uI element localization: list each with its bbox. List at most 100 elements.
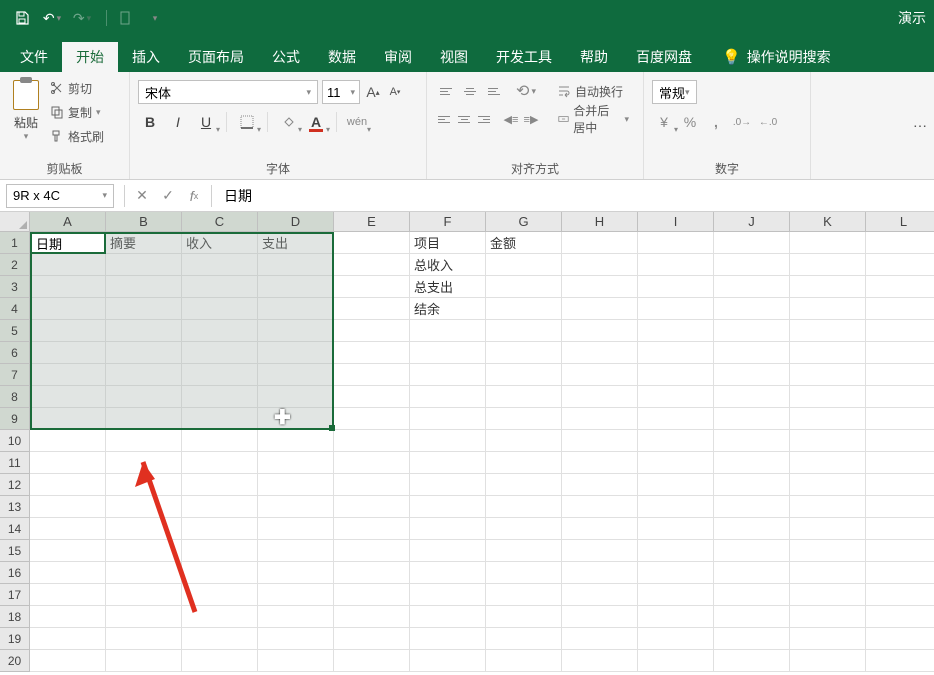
cell-E16[interactable] (334, 562, 410, 584)
fx-button[interactable]: fx (181, 184, 207, 208)
cell-I3[interactable] (638, 276, 714, 298)
cell-E3[interactable] (334, 276, 410, 298)
cell-D11[interactable] (258, 452, 334, 474)
cell-H13[interactable] (562, 496, 638, 518)
cell-I12[interactable] (638, 474, 714, 496)
cell-K11[interactable] (790, 452, 866, 474)
cell-H19[interactable] (562, 628, 638, 650)
cell-C4[interactable] (182, 298, 258, 320)
cell-L7[interactable] (866, 364, 934, 386)
cell-D7[interactable] (258, 364, 334, 386)
cell-E10[interactable] (334, 430, 410, 452)
row-header-16[interactable]: 16 (0, 562, 30, 584)
cell-C17[interactable] (182, 584, 258, 606)
cell-I15[interactable] (638, 540, 714, 562)
cell-J9[interactable] (714, 408, 790, 430)
cell-B19[interactable] (106, 628, 182, 650)
col-header-E[interactable]: E (334, 212, 410, 232)
cell-L3[interactable] (866, 276, 934, 298)
cell-J5[interactable] (714, 320, 790, 342)
font-size-select[interactable]: 11▾ (322, 80, 360, 104)
tab-insert[interactable]: 插入 (118, 42, 174, 72)
cell-J18[interactable] (714, 606, 790, 628)
tab-view[interactable]: 视图 (426, 42, 482, 72)
comma-button[interactable]: , (704, 110, 728, 134)
cell-B9[interactable] (106, 408, 182, 430)
col-header-J[interactable]: J (714, 212, 790, 232)
bold-button[interactable]: B (138, 110, 162, 134)
cell-G18[interactable] (486, 606, 562, 628)
cell-B7[interactable] (106, 364, 182, 386)
row-header-11[interactable]: 11 (0, 452, 30, 474)
cell-H17[interactable] (562, 584, 638, 606)
cell-E6[interactable] (334, 342, 410, 364)
align-bottom-button[interactable] (483, 80, 505, 102)
cell-B4[interactable] (106, 298, 182, 320)
row-header-20[interactable]: 20 (0, 650, 30, 672)
cell-B18[interactable] (106, 606, 182, 628)
cell-F16[interactable] (410, 562, 486, 584)
col-header-K[interactable]: K (790, 212, 866, 232)
cell-H20[interactable] (562, 650, 638, 672)
cell-E2[interactable] (334, 254, 410, 276)
tab-baidu[interactable]: 百度网盘 (622, 42, 706, 72)
cell-C9[interactable] (182, 408, 258, 430)
row-header-12[interactable]: 12 (0, 474, 30, 496)
cell-G1[interactable]: 金额 (486, 232, 562, 254)
cell-J2[interactable] (714, 254, 790, 276)
cell-E8[interactable] (334, 386, 410, 408)
cell-C6[interactable] (182, 342, 258, 364)
cell-A2[interactable] (30, 254, 106, 276)
cell-I7[interactable] (638, 364, 714, 386)
col-header-C[interactable]: C (182, 212, 258, 232)
cell-I14[interactable] (638, 518, 714, 540)
qat-customize[interactable]: ▾ (143, 6, 167, 30)
cell-J8[interactable] (714, 386, 790, 408)
cell-B17[interactable] (106, 584, 182, 606)
cell-L18[interactable] (866, 606, 934, 628)
row-header-5[interactable]: 5 (0, 320, 30, 342)
cell-J16[interactable] (714, 562, 790, 584)
merge-center-button[interactable]: 合并后居中 ▾ (552, 108, 635, 130)
cell-B12[interactable] (106, 474, 182, 496)
cell-B13[interactable] (106, 496, 182, 518)
cell-K1[interactable] (790, 232, 866, 254)
cell-H8[interactable] (562, 386, 638, 408)
tab-dev[interactable]: 开发工具 (482, 42, 566, 72)
cell-I6[interactable] (638, 342, 714, 364)
cell-L19[interactable] (866, 628, 934, 650)
cell-C5[interactable] (182, 320, 258, 342)
tab-home[interactable]: 开始 (62, 42, 118, 72)
cell-H2[interactable] (562, 254, 638, 276)
fill-color-button[interactable]: ▾ (276, 110, 300, 134)
cell-I18[interactable] (638, 606, 714, 628)
row-header-6[interactable]: 6 (0, 342, 30, 364)
cell-C10[interactable] (182, 430, 258, 452)
col-header-L[interactable]: L (866, 212, 934, 232)
cell-E19[interactable] (334, 628, 410, 650)
row-header-7[interactable]: 7 (0, 364, 30, 386)
cell-C12[interactable] (182, 474, 258, 496)
cell-B10[interactable] (106, 430, 182, 452)
cell-F8[interactable] (410, 386, 486, 408)
cell-A11[interactable] (30, 452, 106, 474)
cell-K13[interactable] (790, 496, 866, 518)
cell-K19[interactable] (790, 628, 866, 650)
cell-C16[interactable] (182, 562, 258, 584)
cell-L14[interactable] (866, 518, 934, 540)
cell-L11[interactable] (866, 452, 934, 474)
copy-button[interactable]: 复制 ▾ (50, 102, 104, 122)
cell-F1[interactable]: 项目 (410, 232, 486, 254)
row-header-1[interactable]: 1 (0, 232, 30, 254)
cell-K5[interactable] (790, 320, 866, 342)
cell-A13[interactable] (30, 496, 106, 518)
cell-B20[interactable] (106, 650, 182, 672)
row-header-14[interactable]: 14 (0, 518, 30, 540)
cell-F2[interactable]: 总收入 (410, 254, 486, 276)
cell-A5[interactable] (30, 320, 106, 342)
cell-A14[interactable] (30, 518, 106, 540)
row-header-8[interactable]: 8 (0, 386, 30, 408)
cell-D19[interactable] (258, 628, 334, 650)
cell-D2[interactable] (258, 254, 334, 276)
cell-A4[interactable] (30, 298, 106, 320)
